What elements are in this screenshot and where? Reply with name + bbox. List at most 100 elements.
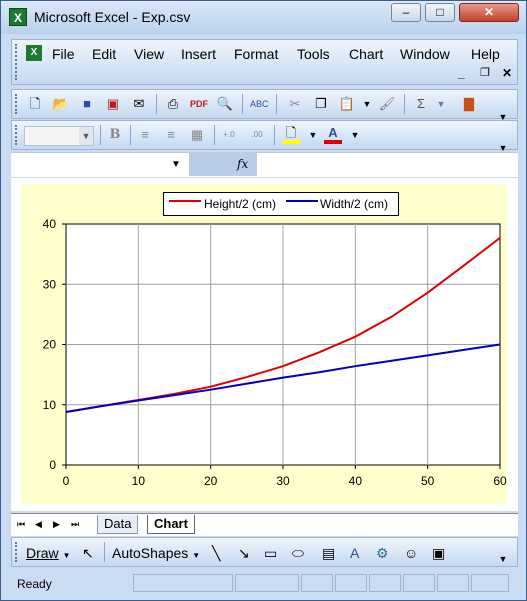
autosum-dropdown-icon[interactable]: ▼ bbox=[432, 95, 450, 113]
menu-file[interactable]: File bbox=[52, 46, 75, 62]
sheet-tab-bar: ⏮ ◀ ▶ ⏭ Data Chart bbox=[11, 513, 518, 536]
excel-app-icon[interactable]: X bbox=[9, 8, 27, 26]
wordart-icon[interactable]: A bbox=[350, 545, 359, 561]
font-color-icon[interactable]: A bbox=[324, 126, 342, 144]
print-preview-icon[interactable]: 🔍 bbox=[216, 95, 234, 113]
toolbar-separator bbox=[156, 94, 157, 114]
name-box-dropdown-icon[interactable]: ▼ bbox=[171, 159, 181, 170]
draw-label: Draw bbox=[26, 545, 59, 561]
menu-tools[interactable]: Tools bbox=[297, 46, 330, 62]
format-painter-icon[interactable]: 🖌 bbox=[378, 95, 396, 113]
fill-color-icon[interactable]: 🗋 bbox=[282, 126, 300, 144]
status-pane bbox=[133, 574, 233, 592]
legend-swatch-width bbox=[286, 200, 318, 202]
toolbar-separator bbox=[104, 542, 105, 562]
align-center-icon[interactable]: ≡ bbox=[136, 126, 154, 144]
status-pane bbox=[335, 574, 367, 592]
maximize-icon[interactable]: □ bbox=[425, 3, 455, 22]
oval-tool-icon[interactable]: ⬭ bbox=[292, 545, 304, 562]
doc-close-icon[interactable]: ✕ bbox=[502, 66, 512, 80]
rectangle-tool-icon[interactable]: ▭ bbox=[264, 545, 277, 562]
workbook-icon[interactable]: X bbox=[26, 45, 42, 61]
close-icon[interactable]: ✕ bbox=[459, 3, 519, 22]
name-box[interactable] bbox=[11, 153, 189, 176]
next-sheet-icon[interactable]: ▶ bbox=[53, 519, 60, 530]
formatting-toolbar-grip[interactable] bbox=[15, 125, 20, 145]
chart-sheet: 0 10 20 30 40 50 60 0 10 20 30 40 Height/2 (cm) Wid… bbox=[11, 178, 518, 511]
standard-toolbar-grip[interactable] bbox=[15, 94, 20, 114]
diagram-icon[interactable]: ⚙ bbox=[376, 545, 389, 562]
decrease-decimal-icon[interactable]: .00 bbox=[248, 126, 266, 144]
legend-label-height: Height/2 (cm) bbox=[204, 197, 277, 211]
prev-sheet-icon[interactable]: ◀ bbox=[35, 519, 42, 530]
chevron-down-icon[interactable]: ▼ bbox=[79, 127, 93, 145]
doc-restore-icon[interactable]: ❐ bbox=[480, 66, 490, 79]
font-color-dropdown-icon[interactable]: ▼ bbox=[346, 126, 364, 144]
formula-input[interactable] bbox=[257, 153, 518, 176]
paste-dropdown-icon[interactable]: ▼ bbox=[358, 95, 376, 113]
menu-grip[interactable] bbox=[15, 44, 20, 80]
menu-help[interactable]: Help bbox=[471, 46, 500, 62]
menu-format[interactable]: Format bbox=[234, 46, 278, 62]
align-right-icon[interactable]: ≡ bbox=[162, 126, 180, 144]
y-tick-label: 0 bbox=[49, 458, 56, 472]
toolbar-separator bbox=[274, 125, 275, 145]
font-combo[interactable]: ▼ bbox=[24, 126, 94, 146]
select-objects-icon[interactable]: ↖ bbox=[82, 545, 94, 562]
insert-function-icon[interactable]: fx bbox=[237, 157, 248, 171]
copy-icon[interactable]: ❐ bbox=[312, 95, 330, 113]
print-icon[interactable]: ⎙ bbox=[164, 95, 182, 113]
menu-chart[interactable]: Chart bbox=[349, 46, 383, 62]
standard-toolbar: 🗋 📂 ■ ▣ ✉ ⎙ PDF 🔍 ABC ✂ ❐ 📋 ▼ 🖌 Σ ▼ ▇ ▼ bbox=[11, 89, 518, 122]
formula-bar: ▼ fx bbox=[11, 152, 518, 177]
x-tick-label: 20 bbox=[204, 474, 218, 488]
drawing-toolbar-grip[interactable] bbox=[15, 542, 20, 562]
drawing-toolbar: Draw ▼ ↖ AutoShapes ▼ ╲ ↘ ▭ ⬭ ▤ A ⚙ ☺ ▣ … bbox=[11, 537, 518, 567]
bold-icon[interactable]: B bbox=[106, 126, 124, 144]
autosum-icon[interactable]: Σ bbox=[412, 95, 430, 113]
x-tick-label: 0 bbox=[63, 474, 70, 488]
tab-data[interactable]: Data bbox=[97, 515, 139, 534]
text-box-icon[interactable]: ▤ bbox=[322, 545, 335, 562]
email-icon[interactable]: ✉ bbox=[130, 95, 148, 113]
draw-menu-button[interactable]: Draw ▼ bbox=[26, 545, 70, 561]
cut-icon[interactable]: ✂ bbox=[286, 95, 304, 113]
increase-decimal-icon[interactable]: +.0 bbox=[220, 126, 238, 144]
arrow-tool-icon[interactable]: ↘ bbox=[238, 545, 250, 562]
merge-center-icon[interactable]: ▦ bbox=[188, 126, 206, 144]
save-icon[interactable]: ■ bbox=[78, 95, 96, 113]
fill-color-dropdown-icon[interactable]: ▼ bbox=[304, 126, 322, 144]
toolbar-separator bbox=[130, 125, 131, 145]
insert-picture-icon[interactable]: ▣ bbox=[432, 545, 445, 562]
status-bar: Ready bbox=[1, 571, 526, 600]
autoshapes-label: AutoShapes bbox=[112, 545, 189, 561]
autoshapes-menu-button[interactable]: AutoShapes ▼ bbox=[112, 545, 200, 561]
minimize-icon[interactable]: – bbox=[391, 3, 421, 22]
menu-window[interactable]: Window bbox=[400, 46, 450, 62]
spelling-icon[interactable]: ABC bbox=[250, 95, 269, 113]
chart-area[interactable]: 0 10 20 30 40 50 60 0 10 20 30 40 Height/2 (cm) Wid… bbox=[21, 184, 507, 504]
first-sheet-icon[interactable]: ⏮ bbox=[17, 519, 25, 530]
pdf-icon[interactable]: PDF bbox=[190, 95, 208, 113]
x-tick-label: 30 bbox=[276, 474, 290, 488]
tab-chart[interactable]: Chart bbox=[147, 515, 195, 534]
menu-edit[interactable]: Edit bbox=[92, 46, 116, 62]
toolbar-separator bbox=[100, 125, 101, 145]
line-tool-icon[interactable]: ╲ bbox=[212, 545, 220, 562]
paste-icon[interactable]: 📋 bbox=[338, 95, 356, 113]
permission-icon[interactable]: ▣ bbox=[104, 95, 122, 113]
new-icon[interactable]: 🗋 bbox=[26, 95, 44, 113]
status-pane bbox=[301, 574, 333, 592]
doc-minimize-icon[interactable]: _ bbox=[458, 66, 465, 80]
chart-wizard-icon[interactable]: ▇ bbox=[460, 95, 478, 113]
menu-insert[interactable]: Insert bbox=[181, 46, 216, 62]
open-icon[interactable]: 📂 bbox=[52, 95, 70, 113]
line-chart[interactable]: 0 10 20 30 40 50 60 0 10 20 30 40 bbox=[21, 184, 507, 504]
menu-view[interactable]: View bbox=[134, 46, 164, 62]
chart-legend[interactable]: Height/2 (cm) Width/2 (cm) bbox=[163, 192, 399, 216]
toolbar-separator bbox=[404, 94, 405, 114]
drawing-options-icon[interactable]: ▼ bbox=[494, 550, 512, 568]
clip-art-icon[interactable]: ☺ bbox=[404, 545, 418, 561]
last-sheet-icon[interactable]: ⏭ bbox=[71, 519, 79, 530]
y-tick-label: 20 bbox=[43, 338, 57, 352]
